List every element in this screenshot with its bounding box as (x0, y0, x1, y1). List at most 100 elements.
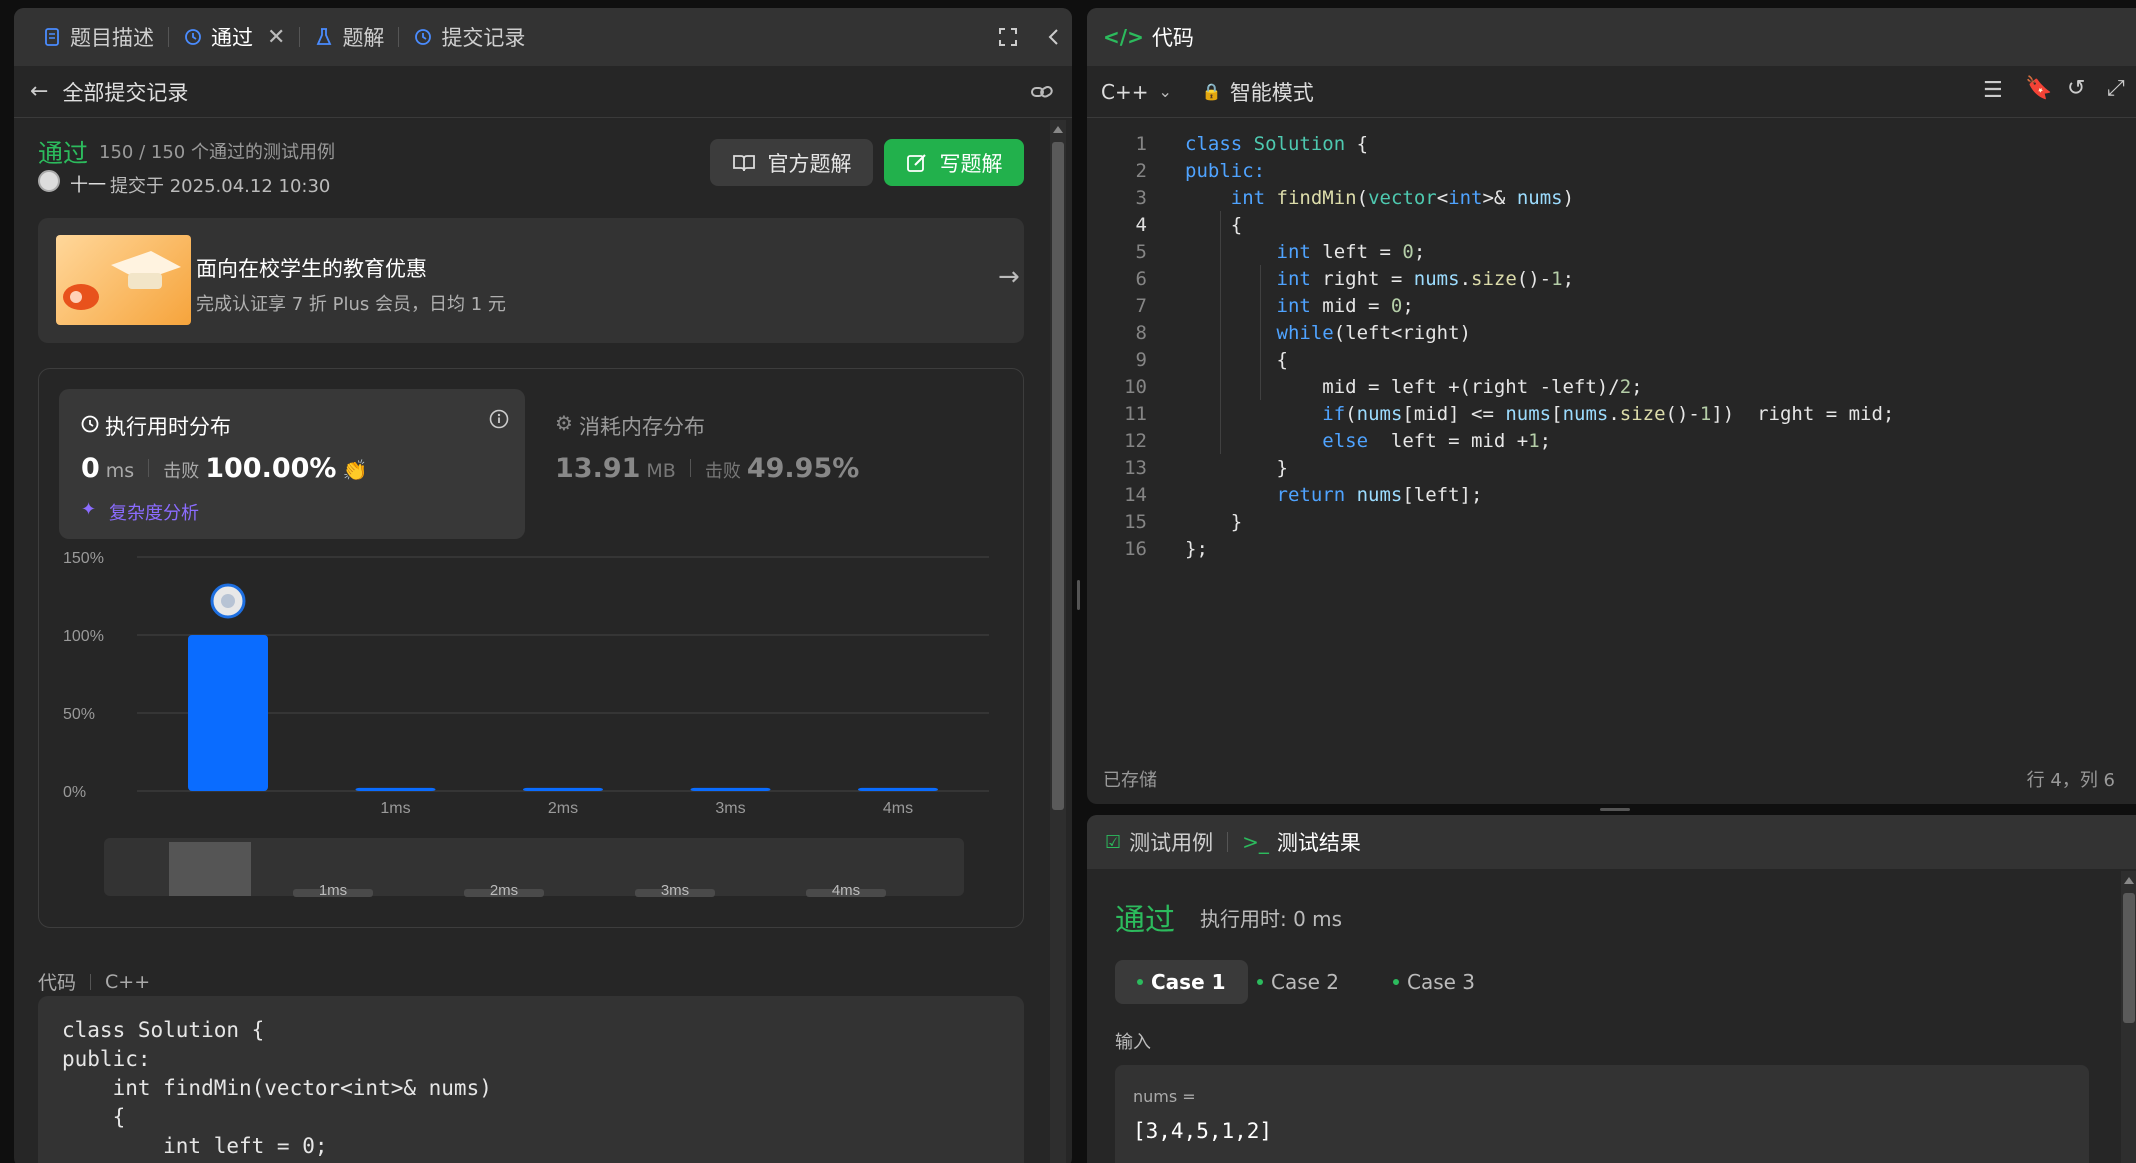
history-icon (415, 29, 432, 45)
cursor-position: 行 4，列 6 (2026, 770, 2115, 791)
tab-description-label: 题目描述 (70, 26, 154, 50)
line-number: 4 (1135, 213, 1147, 236)
collapse-icon[interactable] (1044, 27, 1064, 47)
submission-status: 通过 (38, 139, 89, 168)
line-content: } (1185, 456, 1288, 479)
input-var-value: [3,4,5,1,2] (1133, 1119, 1273, 1143)
line-content: if(nums[mid] <= nums[nums.size()-1]) rig… (1322, 402, 1895, 425)
line-number: 16 (1124, 537, 1147, 560)
lock-icon: 🔒 (1201, 82, 1222, 101)
tab-passed-label: 通过 (211, 26, 253, 50)
input-label: 输入 (1115, 1032, 1151, 1053)
official-solution-button[interactable]: 官方题解 (710, 139, 873, 186)
minimap-label: 2ms (490, 882, 518, 899)
sparkle-icon: ✦ (81, 499, 97, 520)
case-tab-3[interactable]: Case 3 (1371, 960, 1497, 1004)
line-number: 3 (1135, 186, 1147, 209)
memory-unit: MB (646, 460, 676, 482)
case-tab-1[interactable]: Case 1 (1115, 960, 1248, 1004)
runtime-beats: 100.00% (205, 453, 337, 484)
tab-solutions[interactable]: 题解 (304, 8, 394, 66)
tab-passed[interactable]: 通过 ✕ (173, 8, 295, 66)
y-tick-label: 0% (63, 784, 86, 801)
left-scrollbar-thumb[interactable] (1052, 142, 1064, 810)
line-number: 10 (1124, 375, 1147, 398)
panel-resize-handle[interactable] (1077, 580, 1080, 610)
minimap-label: 1ms (319, 882, 347, 899)
editor-code-line: 3 int findMin(vector<int>& nums) (1087, 184, 1574, 211)
editor-code-line: 16}; (1087, 535, 1208, 562)
panel-resize-handle[interactable] (1600, 808, 1630, 811)
result-scrollbar[interactable] (2121, 871, 2136, 1163)
tab-description[interactable]: 题目描述 (32, 8, 164, 66)
book-icon (732, 154, 755, 171)
education-promo-banner[interactable]: 面向在校学生的教育优惠 完成认证享 7 折 Plus 会员，日均 1 元 → (38, 218, 1024, 343)
close-icon[interactable]: ✕ (267, 25, 285, 50)
official-solution-label: 官方题解 (767, 151, 852, 176)
submitted-code-preview: class Solution {public: int findMin(vect… (38, 996, 1024, 1163)
case-label: Case 2 (1271, 970, 1340, 994)
tab-test-results[interactable]: 测试结果 (1277, 827, 1361, 857)
line-number: 7 (1135, 294, 1147, 317)
write-solution-button[interactable]: 写题解 (884, 139, 1024, 186)
complexity-analysis-link[interactable]: 复杂度分析 (109, 499, 199, 525)
tab-submissions-label: 提交记录 (441, 26, 526, 50)
user-avatar-marker-face (221, 594, 235, 608)
memory-title: 消耗内存分布 (579, 415, 705, 439)
line-content: while(left<right) (1276, 321, 1471, 344)
expand-icon[interactable]: ⤢ (2107, 76, 2125, 101)
code-preview-line: { (62, 1105, 126, 1129)
tab-testcases[interactable]: 测试用例 (1129, 827, 1213, 857)
label-separator (90, 973, 92, 990)
fullscreen-icon[interactable] (998, 27, 1018, 47)
editor-code-line: 8 while(left<right) (1087, 319, 1471, 346)
promo-title: 面向在校学生的教育优惠 (196, 257, 427, 281)
left-scrollbar[interactable] (1050, 120, 1066, 1163)
editor-code-line: 7 int mid = 0; (1087, 292, 1414, 319)
tab-separator (398, 27, 400, 47)
input-box: nums = [3,4,5,1,2] (1115, 1065, 2089, 1163)
runtime-card[interactable]: 执行用时分布 0 ms 击败 100.00% 👏 ✦ 复杂度分析 (59, 389, 525, 539)
submit-time: 提交于 2025.04.12 10:30 (110, 176, 331, 197)
tab-submissions[interactable]: 提交记录 (403, 8, 535, 66)
chevron-down-icon[interactable]: ⌄ (1158, 82, 1171, 101)
line-number: 9 (1135, 348, 1147, 371)
chart-bar (690, 787, 771, 791)
result-scrollbar-thumb[interactable] (2123, 893, 2135, 1023)
memory-beats-label: 击败 (704, 461, 741, 482)
line-content: int right = nums.size()-1; (1276, 267, 1575, 290)
stat-separator (148, 459, 150, 477)
case-tab-2[interactable]: Case 2 (1235, 960, 1361, 1004)
runtime-distribution-chart[interactable]: 150% 100% 50% 0% 1ms 2ms 3ms 4ms 1ms 2ms 3ms 4ms (39, 549, 1025, 929)
smart-mode-label[interactable]: 智能模式 (1230, 77, 1314, 107)
all-submissions-link[interactable]: 全部提交记录 (62, 77, 188, 107)
link-icon[interactable] (1030, 81, 1054, 103)
language-select[interactable]: C++ (1101, 80, 1148, 104)
format-icon[interactable]: ☰ (1983, 78, 2003, 103)
info-icon[interactable] (489, 409, 509, 429)
reset-icon[interactable]: ↺ (2067, 76, 2085, 101)
chart-bar (355, 787, 436, 791)
editor-code-line: 12 else left = mid +1; (1087, 427, 1551, 454)
runtime-title: 执行用时分布 (105, 415, 231, 439)
chart-bar (188, 635, 268, 791)
promo-subtitle: 完成认证享 7 折 Plus 会员，日均 1 元 (196, 294, 506, 315)
code-preview-line: int left = 0; (62, 1134, 328, 1158)
runtime-beats-label: 击败 (163, 461, 200, 482)
result-tab-bar: ☑ 测试用例 >_ 测试结果 (1087, 815, 2136, 869)
back-arrow-icon[interactable]: ← (30, 79, 48, 104)
submission-detail-panel: 题目描述 通过 ✕ 题解 提交记录 ← 全部提交记录 通过 150 / 150 … (14, 8, 1072, 1163)
chart-bar (858, 787, 938, 791)
pass-dot (1257, 979, 1263, 985)
arrow-right-icon: → (998, 262, 1020, 292)
clap-icon: 👏 (342, 458, 368, 482)
testcase-count: 150 / 150 个通过的测试用例 (99, 142, 335, 163)
submitter-name[interactable]: 十一 (70, 171, 106, 197)
indent-guide (1260, 265, 1261, 400)
code-editor[interactable]: 1 class Solution {2 public: 3 int findMin(v… (1087, 120, 2136, 750)
line-content: mid = left +(right -left)/2; (1185, 375, 1643, 398)
memory-card[interactable]: ⚙ 消耗内存分布 13.91 MB 击败 49.95% (545, 389, 1011, 539)
bookmark-icon[interactable]: 🔖 (2025, 76, 2052, 101)
clock-icon (81, 415, 99, 433)
line-content: }; (1185, 537, 1208, 560)
